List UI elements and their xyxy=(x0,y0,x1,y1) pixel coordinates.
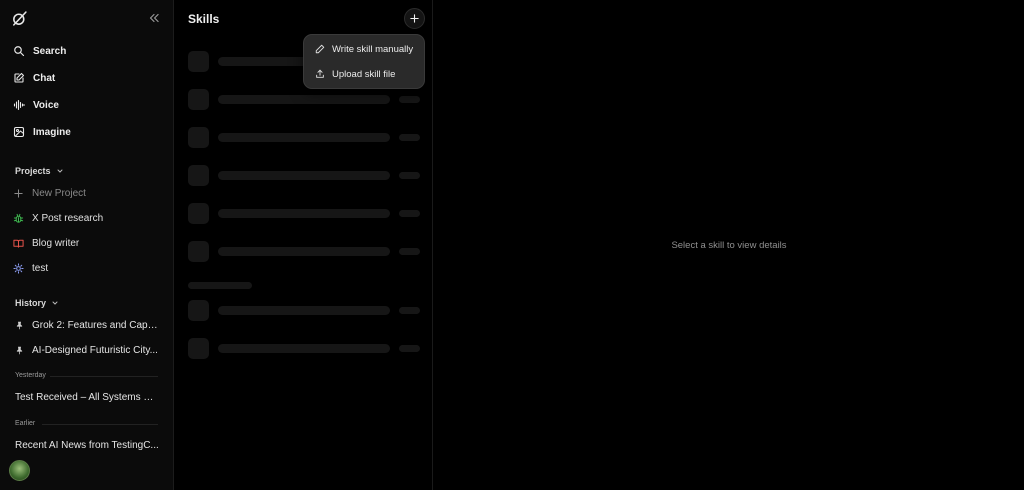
history-item[interactable]: Recent AI News from TestingC... xyxy=(15,436,160,454)
new-project-button[interactable]: New Project xyxy=(9,183,165,203)
add-skill-menu: Write skill manually Upload skill file xyxy=(303,34,425,89)
project-label: X Post research xyxy=(32,212,104,224)
plus-icon xyxy=(14,188,23,198)
collapse-sidebar-icon[interactable] xyxy=(147,11,161,25)
upload-skill-file-item[interactable]: Upload skill file xyxy=(304,62,424,86)
skeleton-bar-short xyxy=(399,172,420,179)
skeleton-icon xyxy=(188,89,209,110)
skeleton-bar xyxy=(218,95,390,104)
nav-imagine-label: Imagine xyxy=(33,126,71,138)
waveform-icon xyxy=(13,99,25,111)
skeleton-bar xyxy=(218,344,390,353)
page-title: Skills xyxy=(188,12,220,26)
search-icon xyxy=(14,46,25,57)
avatar[interactable] xyxy=(9,460,30,481)
project-item-x-post-research[interactable]: X Post research xyxy=(9,208,165,228)
bug-icon xyxy=(13,213,24,223)
skeleton-icon xyxy=(188,300,209,321)
skeleton-icon xyxy=(188,51,209,72)
grok-logo-icon[interactable] xyxy=(11,10,28,27)
new-project-label: New Project xyxy=(32,187,86,199)
plus-icon xyxy=(410,14,419,23)
divider xyxy=(42,424,158,425)
chevron-down-icon xyxy=(52,301,58,305)
nav-chat[interactable]: Chat xyxy=(9,67,165,89)
history-item-label: Recent AI News from TestingC... xyxy=(15,439,159,451)
sun-icon xyxy=(13,262,24,274)
history-item-label: Grok 2: Features and Capa... xyxy=(32,319,160,331)
project-item-test[interactable]: test xyxy=(9,258,165,278)
edit-icon xyxy=(14,72,25,83)
history-item-pinned[interactable]: AI-Designed Futuristic City... xyxy=(15,341,160,359)
empty-state-text: Select a skill to view details xyxy=(671,240,787,251)
write-skill-manually-item[interactable]: Write skill manually xyxy=(304,37,424,61)
history-group-earlier: Earlier xyxy=(15,420,36,427)
history-item[interactable]: Test Received – All Systems No... xyxy=(15,388,160,406)
sidebar: Search Chat Voice Imagine Projects New P… xyxy=(0,0,174,490)
projects-heading-label: Projects xyxy=(15,166,51,176)
menu-item-label: Write skill manually xyxy=(332,43,414,55)
skeleton-bar xyxy=(218,133,390,142)
skeleton-bar-short xyxy=(399,248,420,255)
skeleton-group-heading xyxy=(188,282,252,289)
app: Search Chat Voice Imagine Projects New P… xyxy=(0,0,1024,490)
history-heading[interactable]: History xyxy=(15,298,59,308)
pencil-icon xyxy=(315,44,325,54)
skeleton-bar xyxy=(218,209,390,218)
skill-detail-panel: Select a skill to view details xyxy=(434,0,1024,490)
chevron-down-icon xyxy=(57,169,63,173)
projects-heading[interactable]: Projects xyxy=(15,166,64,176)
skeleton-bar-short xyxy=(399,210,420,217)
skeleton-icon xyxy=(188,338,209,359)
book-icon xyxy=(13,239,24,248)
skeleton-bar xyxy=(218,171,390,180)
project-label: test xyxy=(32,262,49,274)
pin-icon xyxy=(16,321,23,329)
skeleton-icon xyxy=(188,203,209,224)
skeleton-icon xyxy=(188,241,209,262)
skeleton-bar-short xyxy=(399,345,420,352)
menu-item-label: Upload skill file xyxy=(332,68,396,80)
nav-voice-label: Voice xyxy=(33,99,59,111)
history-group-yesterday: Yesterday xyxy=(15,372,46,379)
nav-imagine[interactable]: Imagine xyxy=(9,121,165,143)
divider xyxy=(50,376,158,377)
skeleton-bar xyxy=(218,247,390,256)
nav-chat-label: Chat xyxy=(33,72,56,84)
add-skill-button[interactable] xyxy=(404,8,425,29)
project-item-blog-writer[interactable]: Blog writer xyxy=(9,233,165,253)
nav-voice[interactable]: Voice xyxy=(9,94,165,116)
project-label: Blog writer xyxy=(32,237,80,249)
skeleton-bar-short xyxy=(399,96,420,103)
history-item-label: Test Received – All Systems No... xyxy=(15,391,160,403)
history-heading-label: History xyxy=(15,298,47,308)
nav-search-label: Search xyxy=(33,45,67,57)
skeleton-bar-short xyxy=(399,307,420,314)
skeleton-bar xyxy=(218,306,390,315)
history-item-pinned[interactable]: Grok 2: Features and Capa... xyxy=(15,316,160,334)
upload-icon xyxy=(316,69,324,78)
skeleton-icon xyxy=(188,165,209,186)
skeleton-icon xyxy=(188,127,209,148)
pin-icon xyxy=(16,346,23,354)
nav-search[interactable]: Search xyxy=(9,40,165,62)
history-item-label: AI-Designed Futuristic City... xyxy=(32,344,158,356)
skeleton-bar-short xyxy=(399,134,420,141)
image-icon xyxy=(13,126,25,138)
